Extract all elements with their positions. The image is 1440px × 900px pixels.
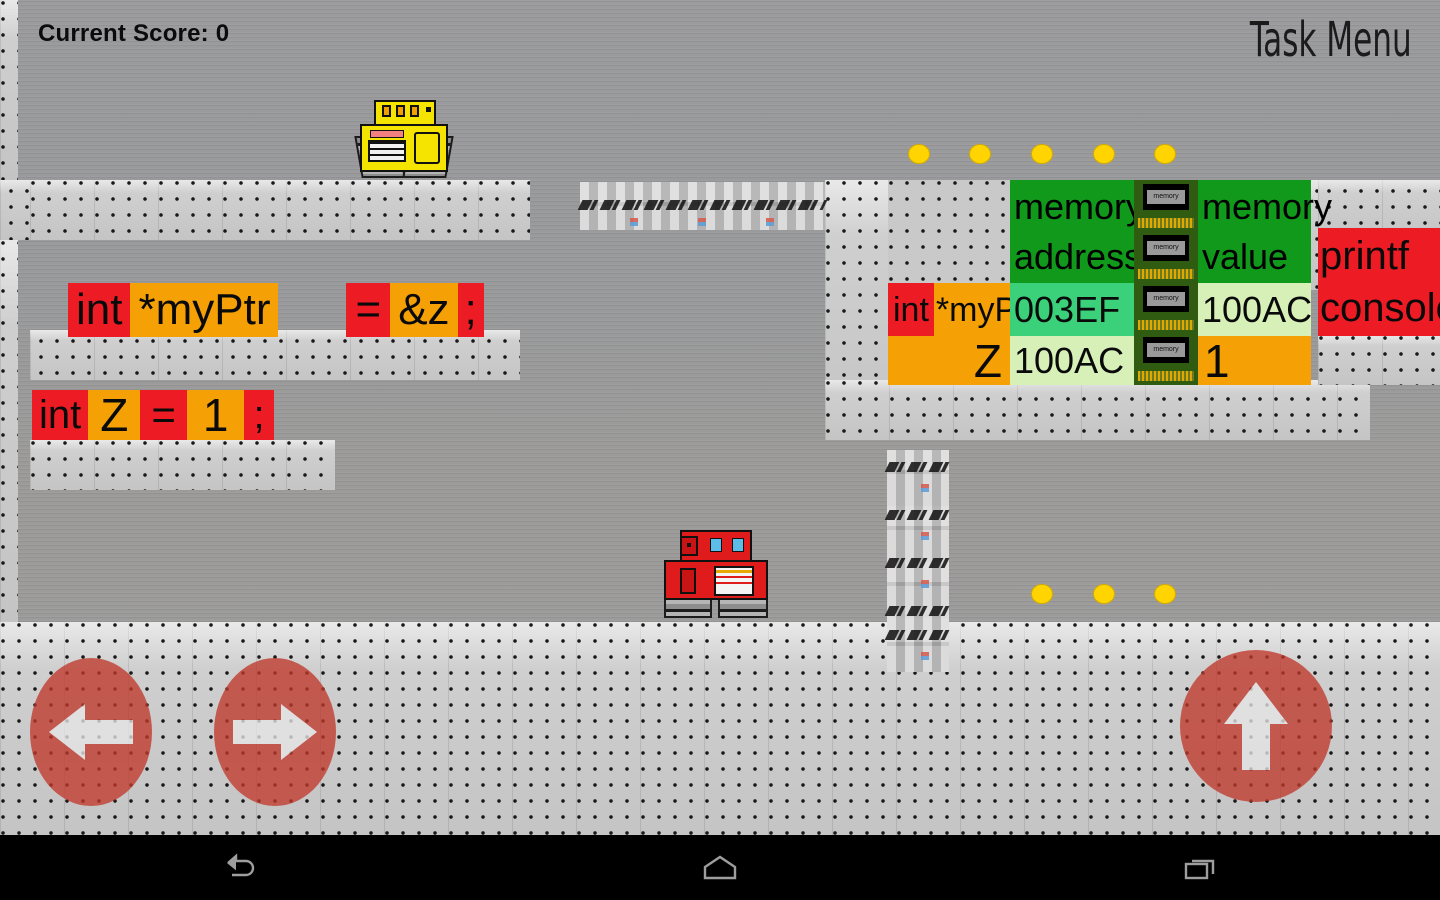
ram-pins [1138, 268, 1194, 279]
memory-value-header-line2: value [1202, 235, 1289, 277]
robot-panel [414, 132, 440, 164]
ladder[interactable] [884, 450, 952, 642]
move-left-button[interactable] [30, 658, 152, 806]
code-token[interactable]: &z [390, 283, 458, 337]
robot-eye [710, 538, 722, 552]
robot-display [368, 140, 406, 162]
coin[interactable] [1154, 584, 1176, 604]
game-screen: Current Score: 0 Task Menu int *myPtr = … [0, 0, 1440, 900]
ram-pins [1138, 217, 1194, 228]
memory-chip-label: memory [1147, 343, 1185, 358]
memory-value-header: memory value [1198, 180, 1332, 283]
memory-table: int *myPtr Z memory address 003EF 100AC … [888, 180, 1332, 385]
memory-chip-label: memory [1147, 241, 1185, 256]
move-right-button[interactable] [214, 658, 336, 806]
bridge-platform [577, 182, 828, 230]
wall-tile-left [0, 180, 30, 240]
score-display: Current Score: 0 [38, 20, 230, 47]
memory-address-header: memory address [1010, 180, 1144, 283]
code-token[interactable]: Z [88, 390, 141, 440]
robot-head-slot [382, 105, 391, 117]
ram-pins [1138, 319, 1194, 330]
memory-chip-icon: memory [1143, 286, 1189, 313]
game-viewport[interactable]: Current Score: 0 Task Menu int *myPtr = … [0, 0, 1440, 835]
red-robot-player[interactable] [662, 530, 770, 620]
coin[interactable] [1154, 144, 1176, 164]
console-label: console [1320, 286, 1440, 330]
ram-stick-graphic: memory memory memory memory [1134, 180, 1198, 385]
code-token[interactable]: *myPtr [130, 283, 279, 337]
right-arrow-icon [233, 704, 317, 760]
robot-side-panel [680, 568, 696, 594]
code-line-int-declaration: int Z = 1 ; [32, 390, 274, 440]
nav-back-button[interactable] [180, 835, 300, 900]
up-arrow-icon [1224, 682, 1288, 770]
platform [30, 180, 530, 240]
code-token[interactable]: int [888, 283, 934, 336]
code-token[interactable]: int [68, 283, 131, 337]
memory-address-header-line2: address [1014, 235, 1143, 277]
jump-button[interactable] [1180, 650, 1332, 802]
memory-table-corner-cell [888, 180, 1010, 283]
platform [30, 440, 335, 490]
coin[interactable] [969, 144, 991, 164]
robot-display [714, 566, 754, 596]
code-token[interactable]: int [32, 390, 89, 440]
coin[interactable] [908, 144, 930, 164]
nav-recents-button[interactable] [1140, 835, 1260, 900]
code-token[interactable]: ; [244, 390, 274, 440]
wall-tile-left [0, 240, 18, 630]
robot-antenna-dot [687, 543, 691, 547]
ladder-ground-section [884, 622, 952, 672]
code-line-pointer-declaration: int *myPtr = &z ; [68, 283, 484, 337]
code-token[interactable]: 1 [186, 390, 245, 440]
memory-address-value[interactable]: 100AC [1010, 336, 1134, 385]
memory-table-address-column: memory address 003EF 100AC [1010, 180, 1144, 385]
memory-chip-icon: memory [1143, 337, 1189, 364]
nav-home-button[interactable] [660, 835, 780, 900]
platform [30, 330, 520, 380]
robot-head-dot [426, 107, 431, 112]
ram-pins [1138, 370, 1194, 381]
memory-value-cell[interactable]: 100AC [1198, 283, 1312, 336]
memory-table-variable-column: int *myPtr Z [888, 180, 1040, 385]
code-token[interactable]: ; [457, 283, 484, 337]
task-menu-button[interactable]: Task Menu [1250, 12, 1412, 68]
memory-table-row-label[interactable]: Z [888, 336, 1010, 385]
printf-console-panel[interactable]: printf console [1318, 228, 1440, 336]
robot-eye [732, 538, 744, 552]
recents-icon [1184, 859, 1215, 879]
wall-tile-left [0, 0, 18, 180]
platform [825, 380, 1370, 440]
yellow-robot[interactable] [354, 100, 454, 178]
memory-chip-label: memory [1147, 292, 1185, 307]
coin[interactable] [1093, 584, 1115, 604]
platform [1318, 335, 1440, 385]
coin[interactable] [1093, 144, 1115, 164]
memory-table-value-column: memory value 100AC 1 [1198, 180, 1332, 385]
memory-value-cell[interactable]: 1 [1198, 336, 1311, 385]
memory-table-row-label: int *myPtr [888, 283, 1040, 336]
coin[interactable] [1031, 584, 1053, 604]
memory-chip-label: memory [1147, 190, 1185, 204]
home-icon [703, 855, 737, 879]
memory-address-header-line1: memory [1014, 185, 1145, 227]
memory-chip-icon: memory [1143, 184, 1189, 210]
code-token[interactable]: = [346, 283, 391, 337]
memory-chip-icon: memory [1143, 235, 1189, 262]
code-token[interactable]: = [140, 390, 187, 440]
left-arrow-icon [49, 704, 133, 760]
android-navigation-bar [0, 835, 1440, 900]
robot-screen [370, 130, 404, 138]
robot-head-slot [410, 105, 419, 117]
memory-value-header-line1: memory [1202, 185, 1333, 227]
coin[interactable] [1031, 144, 1053, 164]
printf-label: printf [1320, 234, 1409, 278]
back-icon [227, 852, 255, 876]
memory-address-value[interactable]: 003EF [1010, 283, 1134, 336]
robot-head-slot [396, 105, 405, 117]
